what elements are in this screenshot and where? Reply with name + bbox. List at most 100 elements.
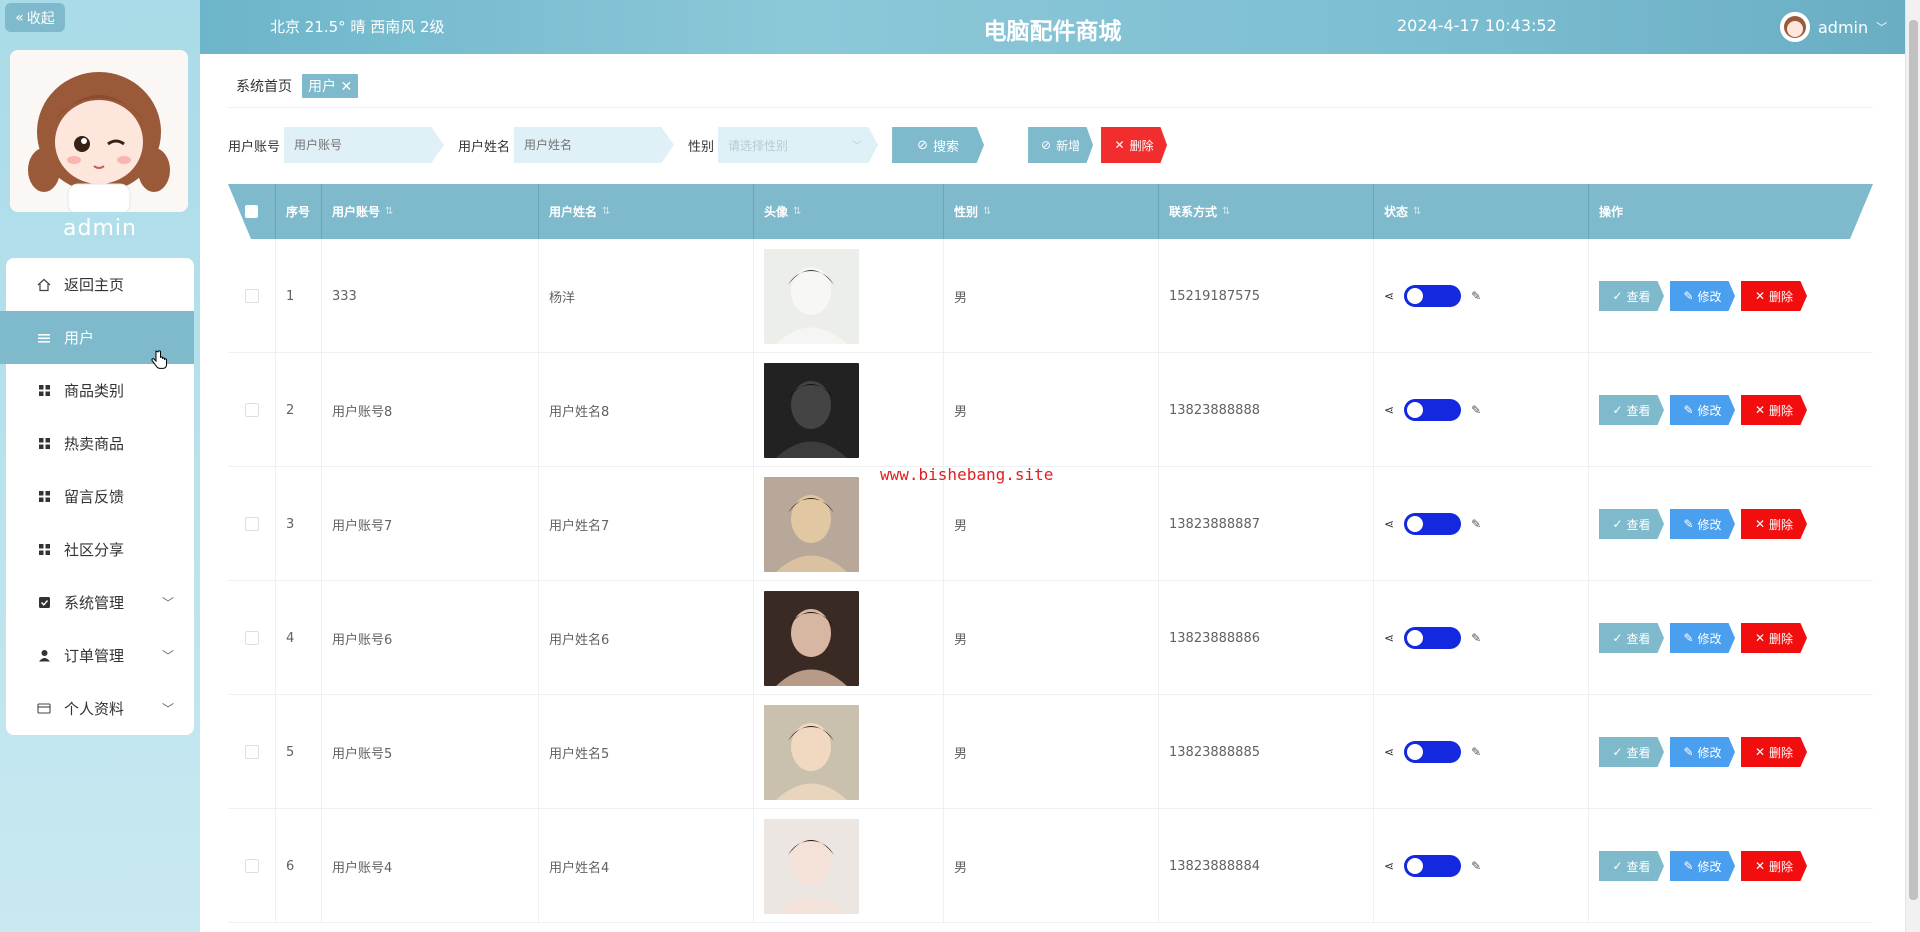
check-icon: ✓ bbox=[1612, 403, 1623, 417]
edit-button[interactable]: ✎ 修改 bbox=[1670, 851, 1735, 881]
gender-cell: 男 bbox=[944, 353, 1159, 467]
user-photo[interactable] bbox=[764, 590, 859, 686]
sidebar-item-label: 留言反馈 bbox=[64, 488, 125, 506]
pencil-icon[interactable]: ✎ bbox=[1471, 403, 1481, 417]
pencil-icon[interactable]: ✎ bbox=[1471, 517, 1481, 531]
search-button-label: 搜索 bbox=[932, 139, 959, 155]
gender-cell: 男 bbox=[944, 239, 1159, 353]
row-checkbox[interactable] bbox=[244, 403, 259, 417]
column-header-status[interactable]: 状态 ⇅ bbox=[1374, 184, 1589, 239]
actions-cell: ✓ 查看 ✎ 修改 ✕ 删除 bbox=[1589, 809, 1853, 923]
account-search-input[interactable] bbox=[284, 127, 445, 163]
index-cell: 4 bbox=[276, 581, 322, 695]
column-header-phone[interactable]: 联系方式 ⇅ bbox=[1159, 184, 1374, 239]
pencil-icon[interactable]: ✎ bbox=[1471, 289, 1481, 303]
row-checkbox[interactable] bbox=[244, 745, 259, 759]
pencil-icon: ✎ bbox=[1683, 859, 1694, 873]
status-toggle[interactable] bbox=[1404, 741, 1462, 763]
sidebar-item-orders[interactable]: 订单管理 ﹀ bbox=[6, 629, 194, 682]
sidebar-item-feedback[interactable]: 留言反馈 bbox=[6, 470, 194, 523]
add-button[interactable]: ⊘ 新增 bbox=[1028, 127, 1094, 163]
column-header-account[interactable]: 用户账号 ⇅ bbox=[322, 184, 539, 239]
sidebar-item-profile[interactable]: 个人资料 ﹀ bbox=[6, 682, 194, 735]
view-button[interactable]: ✓ 查看 bbox=[1599, 851, 1664, 881]
view-button[interactable]: ✓ 查看 bbox=[1599, 395, 1664, 425]
double-chevron-left-icon: « bbox=[15, 9, 24, 26]
status-toggle[interactable] bbox=[1404, 285, 1462, 307]
pencil-icon[interactable]: ✎ bbox=[1471, 859, 1481, 873]
tab-users[interactable]: 用户 ✕ bbox=[302, 74, 359, 98]
header-datetime: 2024-4-17 10:43:52 bbox=[1397, 16, 1557, 35]
collapse-sidebar-button[interactable]: « 收起 bbox=[5, 3, 65, 32]
check-icon: ✓ bbox=[1612, 517, 1623, 531]
sidebar-item-community[interactable]: 社区分享 bbox=[6, 523, 194, 576]
pencil-icon[interactable]: ✎ bbox=[1471, 631, 1481, 645]
table-row: 6 用户账号4 用户姓名4 男 13823888884 ⋖ ✎ ✓ 查看 ✎ 修… bbox=[228, 809, 1873, 923]
user-photo[interactable] bbox=[764, 362, 859, 458]
name-cell: 用户姓名4 bbox=[539, 809, 754, 923]
index-cell: 6 bbox=[276, 809, 322, 923]
sidebar-item-label: 商品类别 bbox=[64, 382, 125, 400]
edit-button[interactable]: ✎ 修改 bbox=[1670, 623, 1735, 653]
user-photo[interactable] bbox=[764, 248, 859, 344]
sidebar-item-home[interactable]: 返回主页 bbox=[6, 258, 194, 311]
share-icon: ⋖ bbox=[1384, 745, 1395, 759]
delete-button[interactable]: ✕ 删除 bbox=[1741, 281, 1807, 311]
sidebar-item-system[interactable]: 系统管理 ﹀ bbox=[6, 576, 194, 629]
site-title: 电脑配件商城 bbox=[983, 19, 1122, 45]
delete-button[interactable]: ✕ 删除 bbox=[1741, 623, 1807, 653]
view-button[interactable]: ✓ 查看 bbox=[1599, 737, 1664, 767]
gender-select[interactable]: 请选择性别 ﹀ bbox=[718, 127, 879, 163]
status-toggle[interactable] bbox=[1404, 855, 1462, 877]
delete-button[interactable]: ✕ 删除 bbox=[1741, 395, 1807, 425]
page-scrollbar[interactable] bbox=[1905, 0, 1920, 932]
edit-button[interactable]: ✎ 修改 bbox=[1670, 509, 1735, 539]
edit-button[interactable]: ✎ 修改 bbox=[1670, 281, 1735, 311]
search-button[interactable]: ⊘ 搜索 bbox=[892, 127, 985, 163]
share-icon: ⋖ bbox=[1384, 289, 1395, 303]
breadcrumb-home[interactable]: 系统首页 bbox=[236, 76, 292, 96]
column-header-gender[interactable]: 性别 ⇅ bbox=[944, 184, 1159, 239]
table-row: 1 333 杨洋 男 15219187575 ⋖ ✎ ✓ 查看 ✎ 修改 ✕ 删… bbox=[228, 239, 1873, 353]
name-search-input[interactable] bbox=[514, 127, 675, 163]
status-toggle[interactable] bbox=[1404, 399, 1462, 421]
delete-button[interactable]: ✕ 删除 bbox=[1741, 737, 1807, 767]
pencil-icon[interactable]: ✎ bbox=[1471, 745, 1481, 759]
phone-cell: 13823888884 bbox=[1159, 809, 1374, 923]
watermark-text: www.bishebang.site bbox=[880, 465, 1054, 484]
batch-delete-button[interactable]: ✕ 删除 bbox=[1101, 127, 1168, 163]
edit-button[interactable]: ✎ 修改 bbox=[1670, 737, 1735, 767]
phone-cell: 13823888886 bbox=[1159, 581, 1374, 695]
user-photo[interactable] bbox=[764, 818, 859, 914]
user-menu[interactable]: admin ﹀ bbox=[1780, 12, 1887, 42]
pencil-icon: ✎ bbox=[1683, 403, 1694, 417]
view-button[interactable]: ✓ 查看 bbox=[1599, 623, 1664, 653]
column-header-actions: 操作 bbox=[1599, 205, 1624, 219]
user-photo[interactable] bbox=[764, 476, 859, 572]
view-button[interactable]: ✓ 查看 bbox=[1599, 509, 1664, 539]
row-checkbox[interactable] bbox=[244, 859, 259, 873]
row-checkbox[interactable] bbox=[244, 517, 259, 531]
status-toggle[interactable] bbox=[1404, 627, 1462, 649]
sidebar-item-hot-products[interactable]: 热卖商品 bbox=[6, 417, 194, 470]
status-toggle[interactable] bbox=[1404, 513, 1462, 535]
row-checkbox[interactable] bbox=[244, 631, 259, 645]
row-checkbox[interactable] bbox=[244, 289, 259, 303]
status-cell: ⋖ ✎ bbox=[1374, 239, 1589, 353]
close-icon[interactable]: ✕ bbox=[340, 79, 352, 95]
column-header-name[interactable]: 用户姓名 ⇅ bbox=[539, 184, 754, 239]
top-header: 北京 21.5° 晴 西南风 2级 电脑配件商城 2024-4-17 10:43… bbox=[200, 0, 1905, 54]
actions-cell: ✓ 查看 ✎ 修改 ✕ 删除 bbox=[1589, 239, 1853, 353]
account-cell: 用户账号4 bbox=[322, 809, 539, 923]
select-all-checkbox[interactable] bbox=[228, 184, 276, 239]
column-header-avatar[interactable]: 头像 ⇅ bbox=[754, 184, 944, 239]
delete-button[interactable]: ✕ 删除 bbox=[1741, 509, 1807, 539]
sort-icon: ⇅ bbox=[1413, 206, 1422, 217]
edit-button[interactable]: ✎ 修改 bbox=[1670, 395, 1735, 425]
scrollbar-thumb[interactable] bbox=[1909, 20, 1918, 900]
view-button[interactable]: ✓ 查看 bbox=[1599, 281, 1664, 311]
row-checkbox-cell bbox=[228, 467, 276, 581]
gender-select-placeholder: 请选择性别 bbox=[728, 138, 789, 153]
delete-button[interactable]: ✕ 删除 bbox=[1741, 851, 1807, 881]
user-photo[interactable] bbox=[764, 704, 859, 800]
